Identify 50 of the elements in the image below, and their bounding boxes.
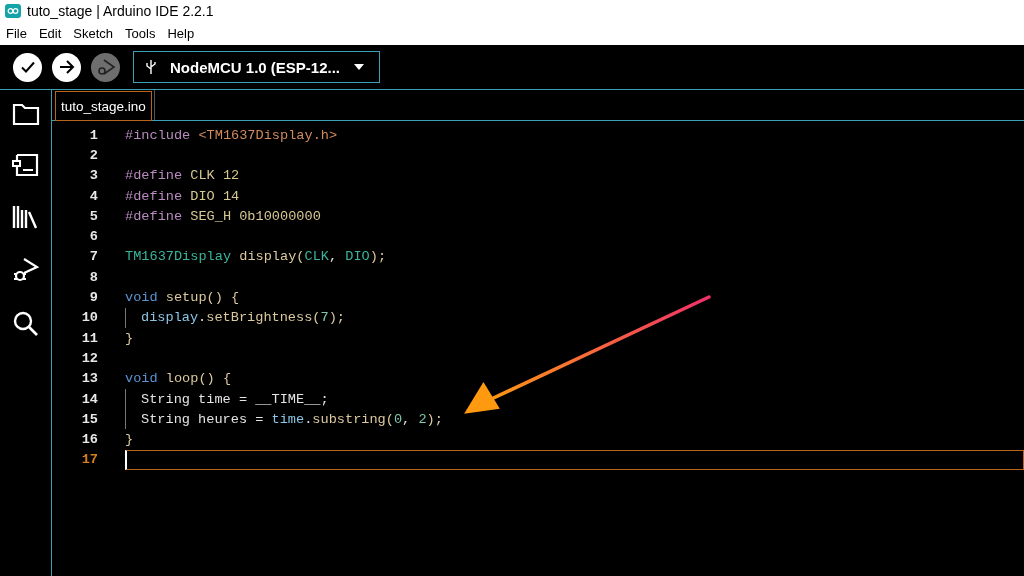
menu-item[interactable]: File (6, 26, 27, 41)
line-number: 4 (88, 188, 98, 204)
code-line: TM1637Display display(CLK, DIO); (125, 249, 387, 265)
arrow-right-icon (57, 59, 76, 75)
menu-item[interactable]: Edit (38, 26, 62, 41)
line-number: 5 (88, 208, 98, 224)
line-number: 6 (88, 229, 98, 245)
line-number: 3 (88, 168, 98, 184)
board-icon[interactable] (11, 152, 40, 178)
upload-button[interactable] (52, 52, 81, 82)
line-number: 14 (80, 391, 98, 407)
code-line: #define DIO 14 (125, 188, 240, 204)
code-line: void loop() { (125, 371, 232, 387)
checkmark-icon (19, 59, 36, 75)
code-line: #define SEG_H 0b10000000 (125, 208, 321, 224)
folder-icon[interactable] (11, 102, 40, 126)
code-line: #define CLK 12 (125, 168, 240, 184)
code-line: String time = __TIME__; (141, 391, 329, 407)
usb-icon (146, 59, 156, 75)
line-number: 7 (88, 249, 98, 265)
window-title: tuto_stage | Arduino IDE 2.2.1 (27, 3, 214, 19)
line-number: 16 (80, 432, 98, 448)
line-number: 12 (80, 350, 98, 366)
menu-item[interactable]: Tools (125, 26, 156, 41)
line-number: 10 (80, 310, 98, 326)
books-icon[interactable] (11, 204, 40, 230)
code-line: } (125, 432, 134, 448)
code-line: display.setBrightness(7); (141, 310, 345, 326)
board-selector[interactable]: NodeMCU 1.0 (ESP-12... (133, 51, 380, 83)
code-line: String heures = time.substring(0, 2); (141, 411, 443, 427)
search-icon[interactable] (11, 310, 40, 338)
verify-button[interactable] (13, 52, 42, 82)
code-line: #include <TM1637Display.h> (125, 127, 338, 143)
line-number: 2 (88, 147, 98, 163)
code-line: void setup() { (125, 290, 240, 305)
dropdown-caret-icon (354, 64, 365, 70)
menu-item[interactable]: Help (167, 26, 195, 41)
code-line: } (125, 330, 134, 346)
line-number: 8 (88, 269, 98, 285)
line-number: 1 (88, 127, 98, 143)
debug-icon[interactable] (11, 256, 40, 284)
line-number: 9 (88, 290, 98, 305)
line-number: 13 (80, 371, 98, 387)
debug-icon (95, 57, 116, 77)
file-tab[interactable]: tuto_stage.ino (55, 91, 152, 121)
line-number: 15 (80, 411, 98, 427)
line-number: 17 (80, 452, 98, 468)
line-number: 11 (80, 330, 98, 346)
menu-item[interactable]: Sketch (73, 26, 114, 41)
app-logo-icon (5, 4, 21, 18)
